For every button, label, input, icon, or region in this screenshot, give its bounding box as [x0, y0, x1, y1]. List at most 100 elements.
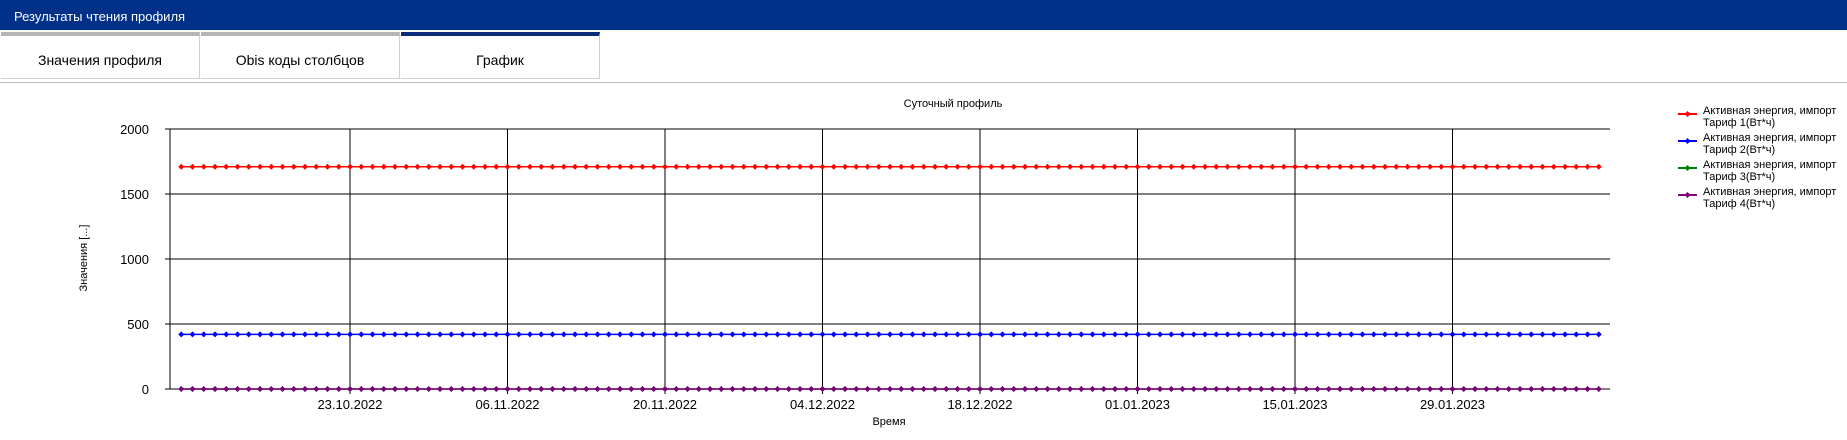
data-point	[628, 331, 635, 338]
series-1	[178, 163, 1602, 170]
data-point	[448, 386, 455, 392]
data-point	[1202, 386, 1208, 392]
data-point	[1247, 331, 1253, 338]
data-point	[594, 163, 601, 170]
data-point	[1157, 331, 1163, 338]
x-tick-label: 15.01.2023	[1262, 397, 1327, 412]
legend-item: Активная энергия, импорт Тариф 4(Вт*ч)	[1678, 186, 1836, 210]
data-point	[965, 163, 972, 170]
legend-swatch-marker	[1684, 165, 1691, 171]
x-tick-label: 23.10.2022	[317, 397, 382, 412]
data-point	[493, 331, 500, 338]
data-point	[223, 331, 230, 338]
data-point	[1269, 163, 1276, 170]
data-point	[1325, 331, 1332, 338]
data-point	[279, 163, 286, 170]
data-point	[988, 163, 995, 170]
data-point	[977, 331, 983, 338]
data-point	[268, 331, 275, 338]
data-point	[290, 163, 297, 170]
data-point	[189, 386, 196, 392]
data-point	[527, 386, 533, 392]
data-point	[583, 331, 590, 338]
data-point	[257, 331, 263, 338]
data-point	[707, 331, 713, 338]
data-point	[875, 163, 882, 170]
data-point	[245, 386, 252, 392]
data-point	[347, 386, 353, 392]
data-point	[358, 163, 365, 170]
data-point	[650, 163, 657, 170]
data-point	[1134, 386, 1141, 392]
data-point	[808, 386, 815, 392]
data-point	[943, 386, 950, 392]
data-point	[1224, 386, 1231, 392]
data-point	[1584, 386, 1591, 392]
data-point	[763, 331, 770, 338]
data-point	[1145, 331, 1152, 338]
data-point	[257, 163, 263, 170]
data-point	[223, 163, 230, 170]
data-point	[594, 386, 601, 392]
data-point	[414, 331, 421, 338]
data-point	[392, 386, 398, 392]
data-point	[1415, 331, 1422, 338]
data-point	[920, 386, 927, 392]
data-point	[988, 331, 995, 338]
legend-item: Активная энергия, импорт Тариф 2(Вт*ч)	[1678, 132, 1836, 156]
data-point	[178, 163, 185, 170]
data-point	[1438, 386, 1445, 392]
data-point	[1472, 386, 1478, 392]
data-point	[414, 386, 421, 392]
data-point	[1224, 331, 1231, 338]
data-point	[819, 386, 826, 392]
data-point	[448, 163, 455, 170]
tab-obis-codes[interactable]: Obis коды столбцов	[201, 32, 400, 79]
data-point	[1089, 386, 1096, 392]
data-point	[943, 331, 950, 338]
data-point	[1224, 163, 1231, 170]
data-point	[1562, 331, 1568, 338]
data-point	[1370, 163, 1377, 170]
data-point	[1258, 386, 1265, 392]
data-point	[1022, 386, 1028, 392]
data-point	[1202, 331, 1208, 338]
data-point	[1112, 386, 1118, 392]
tab-chart[interactable]: График	[401, 32, 600, 79]
data-point	[1213, 163, 1220, 170]
data-point	[234, 386, 241, 392]
data-point	[1427, 163, 1433, 170]
data-point	[313, 163, 320, 170]
data-point	[797, 163, 803, 170]
data-point	[819, 163, 826, 170]
data-point	[695, 331, 702, 338]
y-tick-label: 500	[127, 317, 149, 332]
tab-profile-values[interactable]: Значения профиля	[1, 32, 200, 79]
data-point	[358, 331, 365, 338]
data-point	[1022, 163, 1028, 170]
data-point	[527, 163, 533, 170]
data-point	[774, 163, 781, 170]
data-point	[1517, 163, 1523, 170]
data-point	[392, 163, 398, 170]
data-point	[1370, 386, 1377, 392]
data-point	[234, 331, 241, 338]
data-point	[617, 163, 623, 170]
data-point	[515, 331, 522, 338]
data-point	[909, 163, 916, 170]
data-point	[1123, 331, 1130, 338]
data-point	[1404, 386, 1411, 392]
data-point	[1348, 386, 1355, 392]
data-point	[1404, 331, 1411, 338]
data-point	[504, 386, 511, 392]
data-point	[1460, 386, 1467, 392]
data-point	[549, 331, 556, 338]
data-point	[977, 386, 983, 392]
data-point	[380, 163, 387, 170]
data-point	[1112, 163, 1118, 170]
data-point	[1382, 163, 1388, 170]
data-point	[797, 386, 803, 392]
data-point	[572, 386, 578, 392]
data-point	[662, 331, 668, 338]
data-point	[999, 386, 1006, 392]
